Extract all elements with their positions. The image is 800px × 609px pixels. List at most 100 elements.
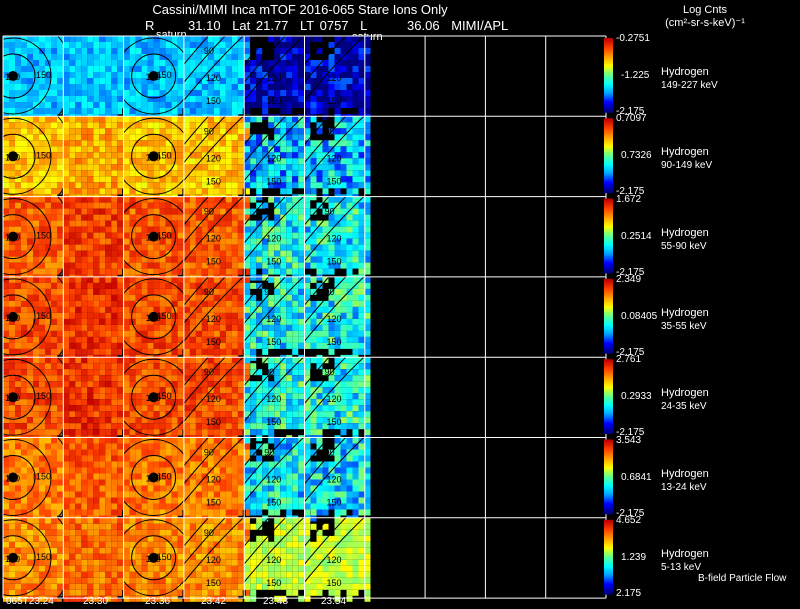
pixel [135, 417, 142, 424]
pixel [69, 176, 76, 183]
pixel [87, 60, 94, 66]
pixel [219, 324, 226, 331]
pixel [111, 288, 118, 295]
pixel [298, 96, 305, 102]
pixel [69, 348, 76, 355]
pixel [3, 182, 9, 189]
pixel [237, 90, 244, 96]
pixel [225, 405, 232, 412]
pixel [93, 318, 100, 325]
pixel [201, 244, 208, 251]
pixel [159, 324, 166, 331]
pixel [262, 244, 269, 251]
pixel [51, 146, 57, 153]
pixel [292, 268, 299, 275]
pixel [244, 423, 251, 430]
pixel [21, 417, 27, 424]
pixel [159, 42, 166, 48]
pixel [87, 182, 94, 189]
pixel [231, 417, 238, 424]
pixel [75, 423, 82, 430]
pixel [177, 66, 184, 72]
pixel [153, 116, 160, 123]
pixel [334, 48, 341, 54]
pixel [189, 60, 196, 66]
pixel [75, 294, 82, 301]
pixel [123, 405, 130, 412]
pixel [147, 202, 154, 209]
pixel [195, 268, 202, 275]
pixel [69, 357, 76, 364]
pixel [87, 324, 94, 331]
pixel [183, 232, 190, 239]
pixel [304, 393, 311, 400]
pixel [27, 208, 33, 215]
pixel [63, 72, 70, 78]
pixel [75, 42, 82, 48]
pixel [147, 363, 154, 370]
pixel [93, 158, 100, 165]
pixel [141, 300, 148, 307]
pixel [135, 262, 142, 269]
pixel [207, 276, 214, 283]
pixel [231, 60, 238, 66]
pixel [99, 399, 106, 406]
pixel [93, 387, 100, 394]
pixel [99, 214, 106, 221]
pixel [274, 375, 281, 382]
pixel [225, 238, 232, 245]
pixel [99, 164, 106, 171]
pixel [111, 36, 118, 42]
pixel [237, 294, 244, 301]
pixel [81, 300, 88, 307]
pixel [346, 196, 353, 203]
pixel [99, 48, 106, 54]
pixel [364, 164, 371, 171]
pixel [183, 262, 190, 269]
pixel [39, 330, 45, 337]
pixel [189, 214, 196, 221]
colorbar [604, 278, 613, 354]
pixel [51, 399, 57, 406]
pixel [177, 405, 184, 412]
pixel [69, 146, 76, 153]
pixel [219, 381, 226, 388]
pixel [165, 122, 172, 129]
pixel [346, 417, 353, 424]
pixel [21, 232, 27, 239]
pixel [111, 357, 118, 364]
pixel [213, 357, 220, 364]
pixel [141, 220, 148, 227]
pixel [171, 128, 178, 135]
pixel [346, 399, 353, 406]
pixel [358, 108, 365, 114]
pixel [3, 250, 9, 257]
pixel [189, 108, 196, 114]
pixel [75, 176, 82, 183]
pixel [57, 54, 63, 60]
pixel [352, 78, 359, 84]
pixel [213, 276, 220, 283]
pixel [33, 449, 39, 456]
pixel [225, 176, 232, 183]
pixel [304, 170, 311, 177]
pixel [123, 348, 130, 355]
pixel [3, 208, 9, 215]
pixel [93, 48, 100, 54]
pixel [153, 122, 160, 129]
pixel [69, 122, 76, 129]
pixel [237, 122, 244, 129]
pixel [45, 42, 51, 48]
pixel [15, 423, 21, 430]
pixel [298, 214, 305, 221]
pixel [346, 381, 353, 388]
pixel [231, 48, 238, 54]
pixel [298, 60, 305, 66]
pixel [346, 336, 353, 343]
pixel [316, 342, 323, 349]
pixel [237, 226, 244, 233]
pixel [93, 122, 100, 129]
pixel [105, 393, 112, 400]
pixel [57, 324, 63, 331]
pixel [310, 152, 317, 159]
